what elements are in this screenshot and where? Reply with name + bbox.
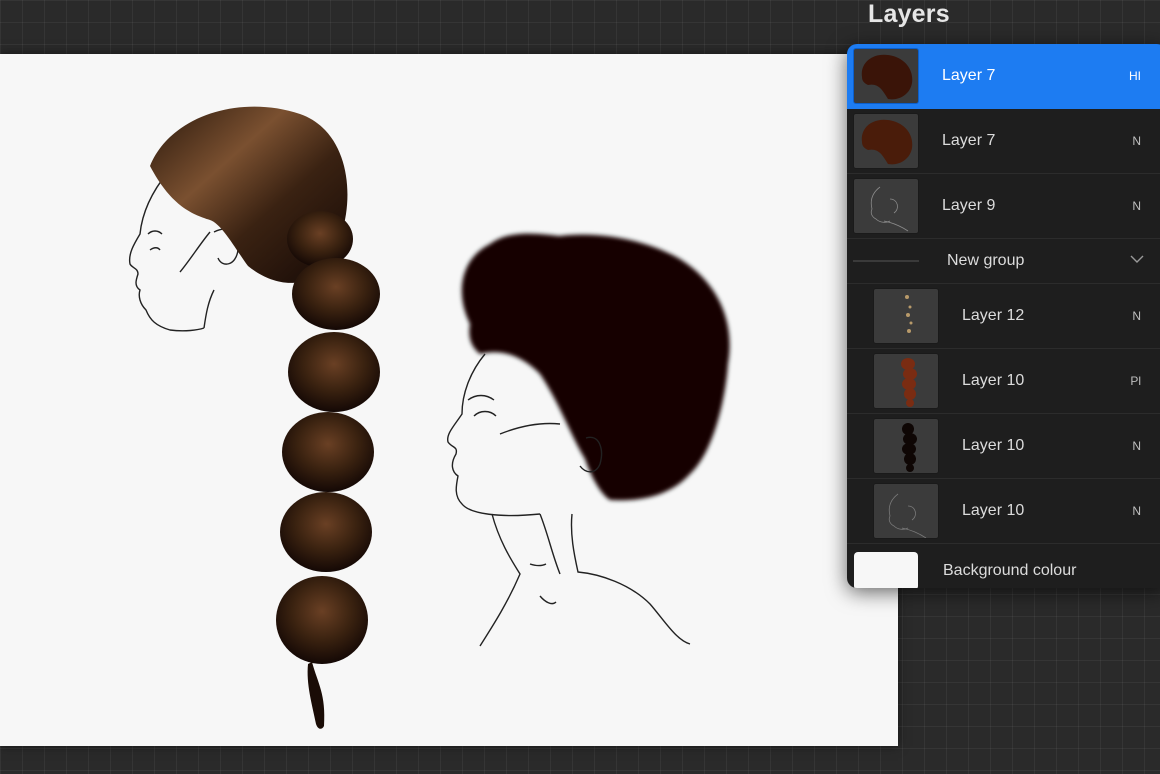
sketch-thumbnail (873, 483, 939, 539)
layer-row[interactable]: Layer 9 N (847, 174, 1160, 239)
ponytail-dark-thumbnail (873, 418, 939, 474)
bubble-ponytail (276, 211, 380, 729)
blend-mode-button[interactable]: N (1132, 134, 1141, 148)
sketch-thumbnail (853, 178, 919, 234)
layer-row[interactable]: Layer 10 N (847, 479, 1160, 544)
blend-mode-button[interactable]: Pl (1130, 374, 1141, 388)
chevron-down-icon[interactable] (1129, 251, 1145, 267)
group-name: New group (947, 252, 1025, 269)
blend-mode-button[interactable]: N (1132, 439, 1141, 453)
blend-mode-button[interactable]: N (1132, 199, 1141, 213)
layer-name: Layer 9 (942, 197, 996, 214)
layer-group-row[interactable]: New group (847, 239, 1160, 284)
blend-mode-button[interactable]: N (1132, 309, 1141, 323)
afro-hair-thumbnail (853, 113, 919, 169)
layer-row[interactable]: Layer 7 N (847, 109, 1160, 174)
layer-row[interactable]: Layer 12 N (847, 284, 1160, 349)
blend-mode-button[interactable]: HI (1129, 69, 1141, 83)
blend-mode-button[interactable]: N (1132, 504, 1141, 518)
drawing-canvas[interactable] (0, 54, 898, 746)
panel-title: Layers (868, 0, 950, 28)
ponytail-brown-thumbnail (873, 353, 939, 409)
layer-row[interactable]: Layer 10 Pl (847, 349, 1160, 414)
afro-hair (461, 233, 730, 501)
layer-name: Layer 10 (962, 372, 1025, 389)
layer-name: Layer 7 (942, 67, 996, 84)
layer-row[interactable]: Layer 10 N (847, 414, 1160, 479)
layers-panel: Layer 7 HI Layer 7 N Layer 9 N New group… (847, 44, 1160, 588)
layer-row[interactable]: Layer 7 HI (847, 44, 1160, 109)
layer-name: Layer 7 (942, 132, 996, 149)
layer-name: Layer 10 (962, 437, 1025, 454)
group-indicator (853, 260, 919, 262)
layer-name: Layer 10 (962, 502, 1025, 519)
background-colour-swatch[interactable] (854, 552, 918, 588)
background-colour-row[interactable]: Background colour (847, 544, 1160, 588)
ponytail-highlights-thumbnail (873, 288, 939, 344)
layer-name: Layer 12 (962, 307, 1025, 324)
artwork (128, 106, 730, 729)
afro-hair-thumbnail (853, 48, 919, 104)
background-colour-label: Background colour (943, 562, 1077, 579)
